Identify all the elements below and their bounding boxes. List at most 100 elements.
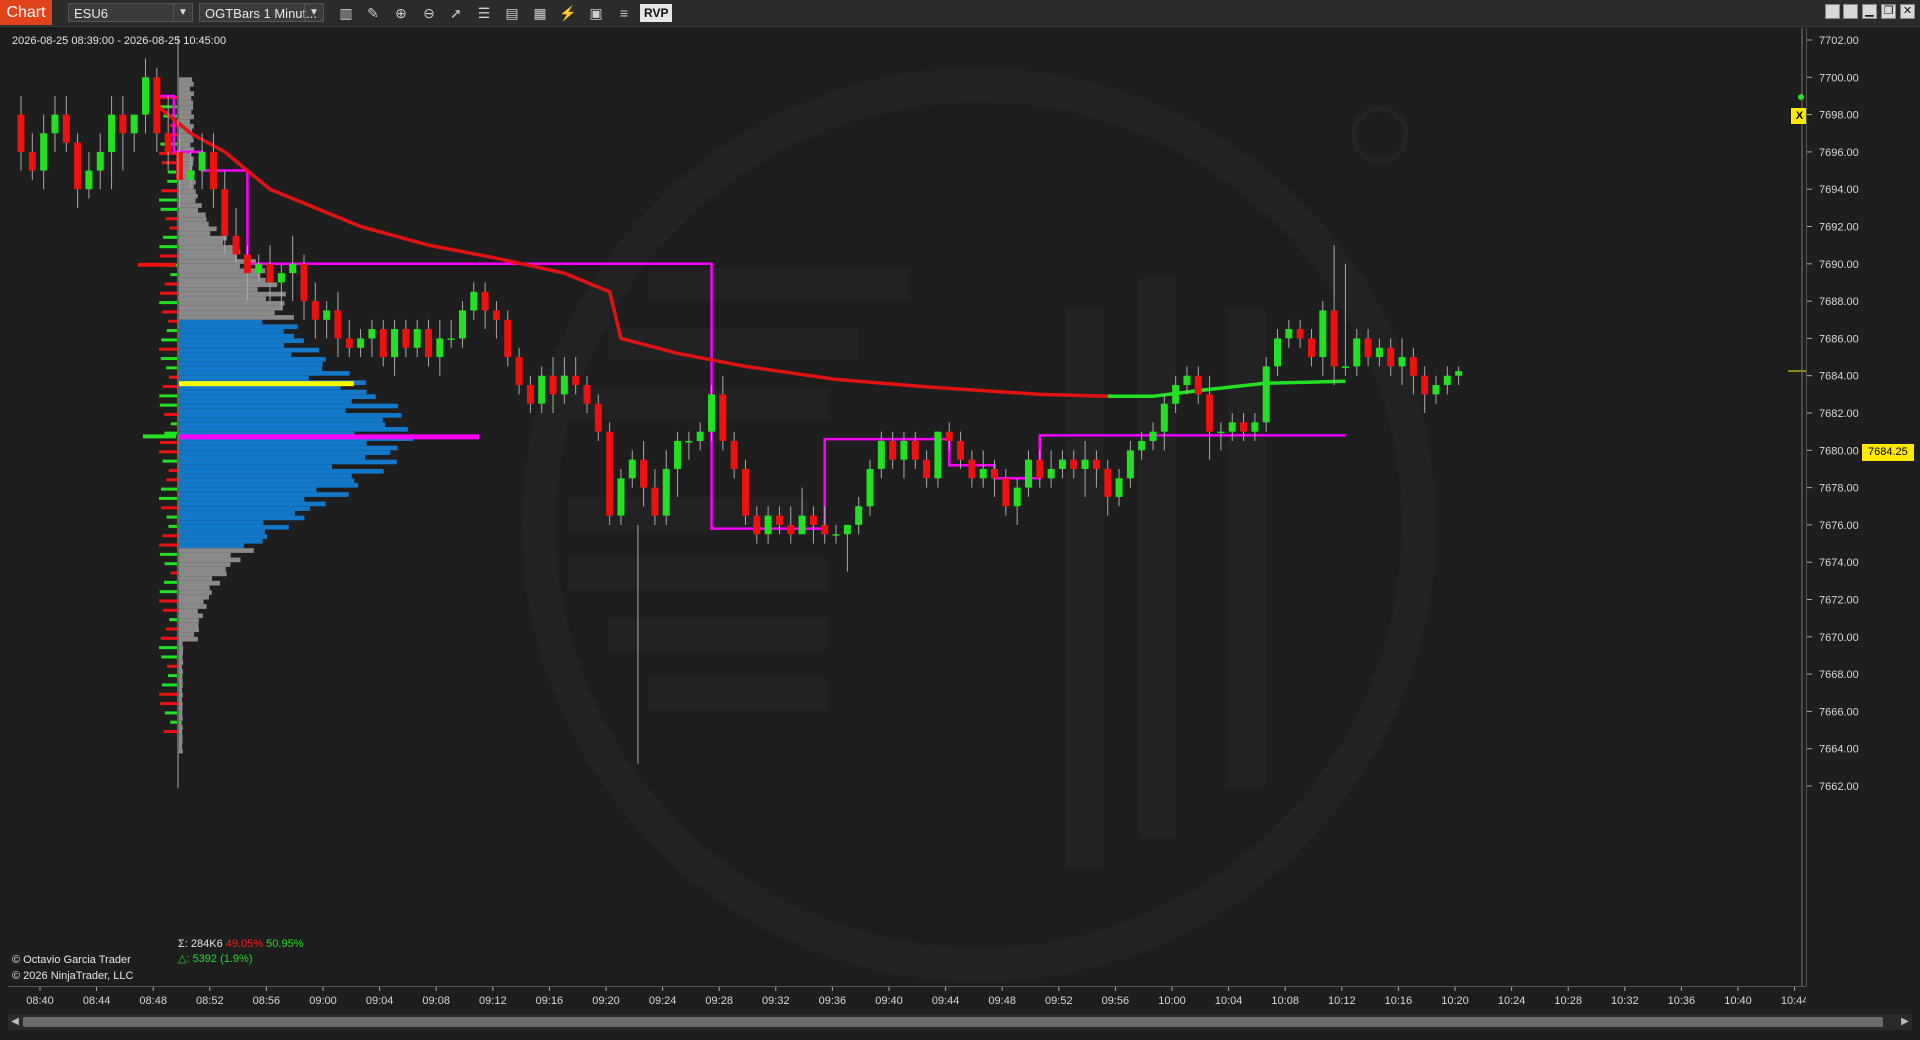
delta-bar (164, 282, 177, 286)
profile-row (179, 459, 397, 465)
profile-row (179, 357, 326, 362)
profile-row (179, 618, 199, 623)
window-dock-icon[interactable] (1825, 4, 1840, 19)
profile-row (179, 361, 323, 367)
candle-up (1217, 431, 1225, 434)
candle-up (51, 114, 59, 134)
price-tick-label: 7694.00 (1819, 184, 1859, 196)
profile-row (179, 622, 199, 628)
candle-down (334, 310, 342, 339)
profile-row (179, 198, 196, 204)
chart-svg (17, 28, 1806, 986)
profile-row (179, 282, 278, 288)
chart-tab[interactable]: Chart (0, 0, 52, 25)
delta-bar (170, 571, 177, 575)
price-tick-label: 7684.00 (1819, 371, 1859, 383)
zoom-out-icon[interactable]: ⊖ (418, 3, 440, 23)
delta-bar (165, 711, 177, 715)
profile-row (179, 203, 202, 208)
profile-row (179, 221, 209, 227)
horizontal-scrollbar[interactable]: ◀ ▶ (8, 1014, 1912, 1030)
bar-type-selector[interactable]: OGTBars 1 Minut... ▼ (199, 3, 324, 22)
delta-bar (159, 496, 177, 500)
candle-up (538, 375, 546, 404)
profile-row (179, 706, 183, 712)
pointer-icon[interactable]: ➚ (445, 3, 467, 23)
delta-bar (164, 580, 177, 584)
delta-bar (162, 608, 177, 612)
candle-down (991, 468, 999, 479)
profile-row (179, 394, 376, 400)
scroll-left-icon[interactable]: ◀ (8, 1014, 22, 1030)
delta-bar (161, 655, 177, 659)
delta-bar (159, 245, 177, 249)
delta-bar (159, 394, 177, 398)
list-icon[interactable]: ≡ (613, 3, 635, 23)
profile-row (179, 403, 399, 409)
candle-up (391, 329, 399, 358)
time-tick-label: 10:04 (1215, 995, 1243, 1007)
profile-row (179, 664, 182, 670)
template-icon[interactable]: ▤ (501, 3, 523, 23)
close-icon[interactable]: ✕ (1900, 4, 1915, 19)
time-tick-label: 10:36 (1668, 995, 1696, 1007)
time-tick-label: 09:24 (649, 995, 677, 1007)
candle-down (164, 133, 172, 152)
zoom-in-icon[interactable]: ⊕ (390, 3, 412, 23)
connection-status-icon (1798, 94, 1804, 100)
candle-down (809, 515, 817, 525)
profile-row (179, 688, 183, 693)
candle-up (1443, 375, 1451, 386)
profile-row (179, 315, 294, 320)
profile-row (179, 580, 220, 586)
delta-bar (166, 366, 177, 370)
candle-down (1296, 329, 1304, 339)
profile-row (179, 240, 223, 246)
bar-chart-icon[interactable]: ▥ (335, 3, 357, 23)
chart-panel[interactable]: X (8, 28, 1808, 986)
candle-up (1126, 450, 1134, 479)
candle-down (1092, 459, 1100, 469)
strategy-icon[interactable]: ⚡ (557, 3, 579, 23)
profile-row (179, 468, 384, 474)
candle-up (1455, 371, 1463, 376)
window-float-icon[interactable] (1843, 4, 1858, 19)
restore-icon[interactable]: ❐ (1881, 4, 1896, 19)
delta-bar (166, 329, 177, 333)
price-axis[interactable]: 7702.00 7700.00 7698.00 7696.00 7694.00 7692.… (1806, 28, 1920, 986)
scroll-right-icon[interactable]: ▶ (1898, 1014, 1912, 1030)
profile-row (179, 109, 192, 115)
order-icon[interactable]: ▣ (585, 3, 607, 23)
price-tick-label: 7670.00 (1819, 632, 1859, 644)
pencil-icon[interactable]: ✎ (362, 3, 384, 23)
profile-row (179, 636, 198, 642)
minimize-icon[interactable]: ▁ (1862, 4, 1877, 19)
delta-bar (166, 515, 177, 519)
delta-bar (163, 235, 177, 239)
delta-bar (159, 301, 177, 305)
delta-bar (160, 357, 177, 361)
scroll-thumb[interactable] (23, 1017, 1883, 1027)
delta-bar (159, 198, 177, 202)
candle-down (425, 329, 433, 358)
delta-bar (162, 310, 177, 314)
candle-up (447, 338, 455, 340)
candle-up (696, 431, 704, 441)
profile-row (179, 399, 352, 404)
profile-row (179, 632, 195, 637)
time-axis[interactable]: 08:40 08:44 08:48 08:52 08:56 09:00 09:04 09:08… (8, 986, 1808, 1013)
candle-up (1172, 385, 1180, 404)
delta-bar (165, 217, 177, 221)
properties-icon[interactable]: ☰ (473, 3, 495, 23)
data-box-icon[interactable]: ▦ (529, 3, 551, 23)
candle-up (1251, 422, 1259, 432)
instrument-selector[interactable]: ESU6 ▼ (68, 3, 193, 22)
delta-bar (159, 254, 177, 258)
profile-row (179, 193, 198, 199)
time-tick-label: 08:52 (196, 995, 224, 1007)
delta-bar (169, 618, 177, 622)
candle-up (843, 524, 851, 535)
rvp-button[interactable]: RVP (640, 4, 673, 22)
profile-row (179, 375, 309, 381)
delta-bar (167, 674, 177, 678)
